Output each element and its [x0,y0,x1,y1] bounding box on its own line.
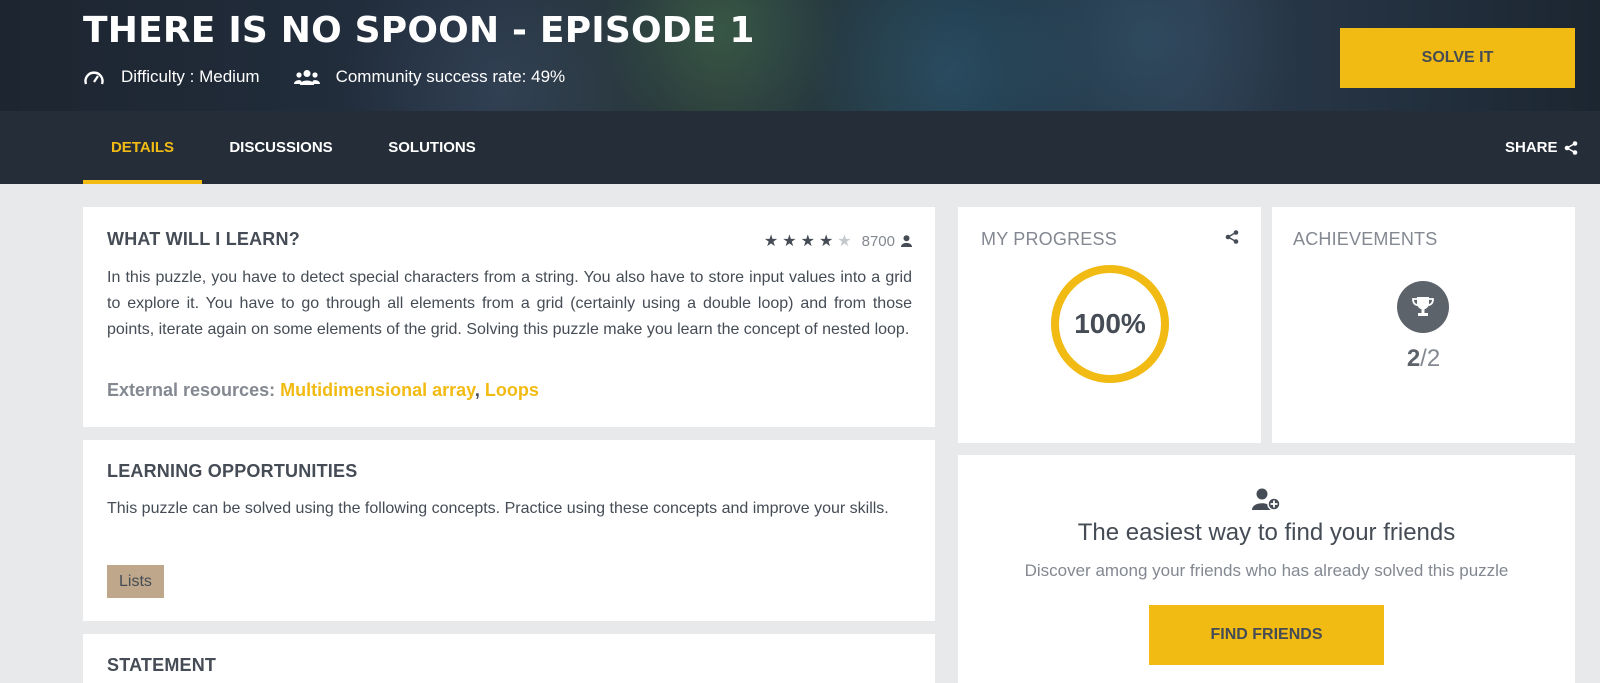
puzzle-title: THERE IS NO SPOON - EPISODE 1 [83,10,755,51]
resource-separator: , [474,380,480,400]
difficulty-info: Difficulty : Medium [83,67,260,87]
progress-percent: 100% [1074,308,1146,339]
success-rate-text: Community success rate: 49% [335,67,566,86]
statement-heading: STATEMENT [107,655,217,675]
rating-count: 8700 [861,232,895,250]
achievements-card: ACHIEVEMENTS 2/2 [1272,207,1575,443]
external-resources: External resources: Multidimensional arr… [107,380,539,401]
opportunities-card: LEARNING OPPORTUNITIES This puzzle can b… [83,440,935,621]
share-button[interactable]: SHARE [1505,111,1578,184]
star-icon: ★ [782,233,797,250]
puzzle-meta: Difficulty : Medium Community success ra… [83,66,599,88]
solve-it-button[interactable]: SOLVE IT [1340,28,1575,88]
star-icon: ★ [763,233,779,250]
rating: ★ ★ ★ ★ ★ 8700 [760,231,912,251]
progress-card: MY PROGRESS 100% [958,207,1261,443]
user-plus-icon [1252,488,1281,511]
statement-card: STATEMENT [83,634,935,683]
puzzle-tabs: DETAILS DISCUSSIONS SOLUTIONS SHARE [0,111,1600,184]
concept-tag-lists[interactable]: Lists [107,565,164,598]
puzzle-header: THERE IS NO SPOON - EPISODE 1 Difficulty… [0,0,1600,111]
tab-details[interactable]: DETAILS [83,111,202,184]
friends-subtext: Discover among your friends who has alre… [1024,561,1509,580]
achievements-earned: 2 [1406,345,1421,372]
difficulty-text: Difficulty : Medium [121,67,260,86]
tab-solutions[interactable]: SOLUTIONS [378,111,486,184]
opportunities-heading: LEARNING OPPORTUNITIES [107,461,358,481]
achievements-count: 2/2 [1272,345,1575,373]
user-icon [901,235,912,247]
share-icon[interactable] [1225,230,1239,244]
find-friends-button[interactable]: FIND FRIENDS [1149,605,1384,665]
resource-link-multidimensional-array[interactable]: Multidimensional array [280,380,475,400]
success-rate-info: Community success rate: 49% [293,67,566,87]
rating-stars: ★ ★ ★ ★ ★ [760,231,852,251]
star-icon: ★ [800,233,815,250]
star-icon: ★ [837,233,852,250]
opportunities-description: This puzzle can be solved using the foll… [107,500,889,517]
achievements-total: /2 [1420,345,1441,372]
gauge-icon [83,68,105,86]
progress-ring: 100% [1050,264,1170,384]
find-friends-card: The easiest way to find your friends Dis… [958,455,1575,683]
tab-discussions[interactable]: DISCUSSIONS [216,111,346,184]
trophy-icon[interactable] [1397,281,1449,333]
progress-heading: MY PROGRESS [981,229,1117,249]
learn-description: In this puzzle, you have to detect speci… [107,269,912,338]
learn-heading: WHAT WILL I LEARN? [107,229,300,249]
share-label: SHARE [1505,139,1558,156]
resource-link-loops[interactable]: Loops [485,380,539,400]
share-icon [1564,140,1577,155]
friends-heading: The easiest way to find your friends [1077,519,1456,546]
achievements-heading: ACHIEVEMENTS [1293,229,1438,249]
star-icon: ★ [818,233,834,250]
users-icon [293,68,320,86]
learn-card: WHAT WILL I LEARN? ★ ★ ★ ★ ★ 8700 In this pu… [83,207,935,427]
resources-label: External resources: [107,380,276,400]
